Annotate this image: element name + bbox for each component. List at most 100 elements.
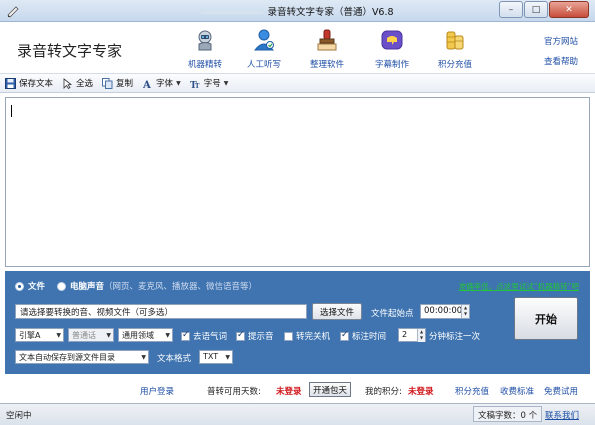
pricing-link[interactable]: 收费标准 xyxy=(500,385,534,397)
font-dropdown[interactable]: A 字体 ▼ xyxy=(142,77,181,89)
header: 录音转文字专家 机器精转 人工听写 整理软件 字幕制作 积分充值 官方网站 查看… xyxy=(0,22,595,73)
computer-audio-label: 电脑声音 xyxy=(70,282,105,292)
remove-filler-label: 去语气词 xyxy=(193,332,228,342)
beep-checkbox[interactable]: 提示音 xyxy=(236,330,274,342)
robot-icon xyxy=(198,30,212,51)
chevron-down-icon: ▼ xyxy=(165,332,170,339)
select-all-label: 全选 xyxy=(76,79,94,89)
checkbox-box xyxy=(236,330,245,341)
domain-select-value: 通用领域 xyxy=(122,331,154,340)
font-size-label: 字号 xyxy=(203,79,221,89)
engine-select[interactable]: 引擎A ▼ xyxy=(15,328,64,342)
interval-suffix: 分钟标注一次 xyxy=(429,332,481,342)
save-text-button[interactable]: 保存文本 xyxy=(5,77,53,89)
chevron-down-icon: ▼ xyxy=(106,332,111,339)
status-text: 空闲中 xyxy=(6,411,32,421)
char-count: 文稿字数：0 个 xyxy=(473,406,543,422)
title-blur xyxy=(201,11,264,14)
start-point-value: 00:00:00 xyxy=(424,306,463,316)
chevron-down-icon: ▼ xyxy=(225,354,230,361)
shutdown-label: 转完关机 xyxy=(296,332,331,342)
font-size-icon: T T xyxy=(190,81,200,89)
font-size-dropdown[interactable]: T T 字号 ▼ xyxy=(190,77,229,89)
copy-button[interactable]: 复制 xyxy=(102,77,133,89)
chevron-down-icon: ▼ xyxy=(56,332,61,339)
language-select-value: 普通话 xyxy=(72,331,96,340)
chevron-down-icon: ▼ xyxy=(141,354,146,361)
close-button[interactable]: ✕ xyxy=(549,1,589,18)
start-button[interactable]: 开始 xyxy=(514,297,578,340)
interval-value: 2 xyxy=(402,330,408,339)
save-text-label: 保存文本 xyxy=(19,79,54,89)
control-panel: 文件 电脑声音 （网页、麦克风、播放器、微信语音等） 准确率低，点这里试试“机器… xyxy=(5,271,590,374)
tool-subtitle-maker[interactable]: 字幕制作 xyxy=(362,28,422,70)
format-label: 文本格式 xyxy=(157,354,192,364)
title-bar: 录音转文字专家（普通）V6.8 – □ ✕ xyxy=(0,0,595,22)
mark-time-checkbox[interactable]: 标注时间 xyxy=(340,330,386,342)
mark-time-label: 标注时间 xyxy=(352,332,387,342)
font-icon: A xyxy=(142,80,151,89)
interval-spinner[interactable]: ▲ ▼ xyxy=(417,329,425,342)
select-all-button[interactable]: 全选 xyxy=(62,77,93,89)
save-mode-value: 文本自动保存到源文件目录 xyxy=(19,353,115,362)
points-value: 未登录 xyxy=(408,387,434,397)
start-point-spinner[interactable]: ▲ ▼ xyxy=(461,305,469,318)
text-toolbar: 保存文本 全选 复制 A 字体 ▼ T T 字号 ▼ xyxy=(0,73,595,93)
remove-filler-checkbox[interactable]: 去语气词 xyxy=(181,330,227,342)
contact-us-link[interactable]: 联系我们 xyxy=(545,409,579,421)
status-bar: 空闲中 文稿字数：0 个 联系我们 xyxy=(0,403,595,425)
free-trial-link[interactable]: 免费试用 xyxy=(544,385,578,397)
start-point-input[interactable]: 00:00:00 ▲ ▼ xyxy=(420,304,470,319)
official-website-link[interactable]: 官方网站 xyxy=(544,35,578,47)
shutdown-checkbox[interactable]: 转完关机 xyxy=(284,330,330,342)
copy-icon xyxy=(102,77,113,89)
minimize-button[interactable]: – xyxy=(499,1,523,18)
select-file-button[interactable]: 选择文件 xyxy=(312,303,362,320)
computer-audio-hint: （网页、麦克风、播放器、微信语音等） xyxy=(104,282,258,292)
tool-label: 整理软件 xyxy=(309,60,344,70)
source-selector: 文件 电脑声音 （网页、麦克风、播放器、微信语音等） xyxy=(15,280,257,292)
maximize-button[interactable]: □ xyxy=(524,1,548,18)
chevron-down-icon: ▼ xyxy=(176,79,181,87)
start-point-label: 文件起始点 xyxy=(371,309,414,319)
format-select[interactable]: TXT ▼ xyxy=(199,350,233,364)
tool-label: 机器精转 xyxy=(187,60,222,70)
svg-text:A: A xyxy=(142,80,151,89)
floppy-icon xyxy=(5,77,16,89)
tool-label: 字幕制作 xyxy=(374,60,409,70)
svg-text:T: T xyxy=(195,83,200,89)
interval-stepper[interactable]: 2 ▲ ▼ xyxy=(398,328,426,342)
checkbox-box xyxy=(340,330,349,341)
font-label: 字体 xyxy=(156,79,174,89)
file-radio-label: 文件 xyxy=(28,282,46,292)
days-label: 普转可用天数: xyxy=(207,387,261,397)
open-package-button[interactable]: 开通包天 xyxy=(309,382,351,397)
transcript-editor[interactable] xyxy=(5,97,590,267)
cursor-icon xyxy=(63,77,73,89)
promo-link[interactable]: 准确率低，点这里试试“机器精转”吧 xyxy=(459,281,579,292)
language-select: 普通话 ▼ xyxy=(68,328,114,342)
file-path-input[interactable]: 请选择要转换的音、视频文件（可多选） xyxy=(15,304,307,319)
coins-icon xyxy=(446,31,464,50)
domain-select[interactable]: 通用领域 ▼ xyxy=(118,328,173,342)
subtitle-icon xyxy=(381,30,403,50)
tool-organize-software[interactable]: 整理软件 xyxy=(297,28,357,70)
user-login-link[interactable]: 用户登录 xyxy=(140,385,174,397)
chevron-down-icon: ▼ xyxy=(223,79,229,87)
tool-points-recharge[interactable]: 积分充值 xyxy=(425,28,485,70)
computer-audio-radio[interactable] xyxy=(57,281,67,291)
tool-label: 积分充值 xyxy=(437,60,472,70)
window-controls: – □ ✕ xyxy=(498,1,589,18)
brand-title: 录音转文字专家 xyxy=(17,42,123,60)
tool-machine-transcribe[interactable]: 机器精转 xyxy=(175,28,235,70)
recharge-link[interactable]: 积分充值 xyxy=(455,385,489,397)
beep-label: 提示音 xyxy=(248,332,274,342)
person-icon xyxy=(253,29,275,51)
text-caret xyxy=(11,105,12,117)
points-label: 我的积分: xyxy=(365,387,402,397)
tool-manual-transcribe[interactable]: 人工听写 xyxy=(234,28,294,70)
account-bar: 用户登录 普转可用天数: 未登录 开通包天 我的积分: 未登录 积分充值 收费标… xyxy=(0,379,595,401)
file-radio[interactable] xyxy=(15,281,24,291)
help-link[interactable]: 查看帮助 xyxy=(544,55,578,67)
save-mode-select[interactable]: 文本自动保存到源文件目录 ▼ xyxy=(15,350,149,364)
